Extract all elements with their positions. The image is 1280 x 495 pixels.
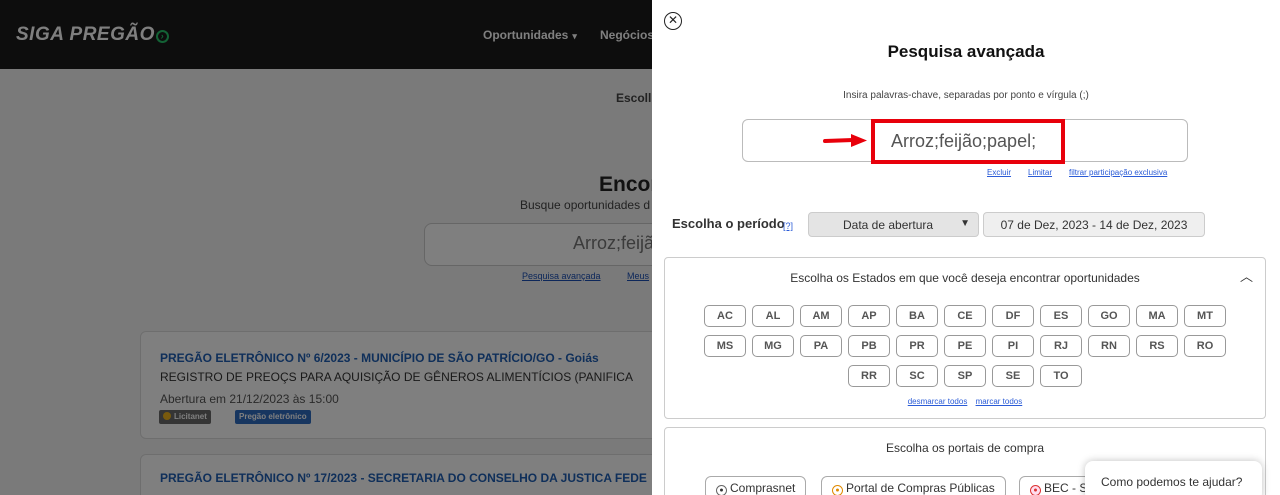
delete-keywords-link[interactable]: Excluir bbox=[987, 168, 1011, 177]
modal-title: Pesquisa avançada bbox=[887, 42, 1045, 61]
close-icon[interactable]: ✕ bbox=[664, 12, 682, 30]
states-panel: Escolha os Estados em que você deseja en… bbox=[664, 257, 1266, 419]
chevron-down-icon: ▼ bbox=[960, 218, 970, 229]
period-label: Escolha o período bbox=[672, 216, 785, 231]
state-button[interactable]: DF bbox=[992, 305, 1034, 327]
state-button[interactable]: RJ bbox=[1040, 335, 1082, 357]
filter-exclusive-link[interactable]: filtrar participação exclusiva bbox=[1069, 168, 1167, 177]
portals-title: Escolha os portais de compra bbox=[885, 441, 1045, 455]
compras-publicas-icon: ● bbox=[832, 485, 843, 495]
mark-all-link[interactable]: marcar todos bbox=[976, 397, 1023, 406]
period-type-select[interactable]: Data de abertura ▼ bbox=[808, 212, 979, 237]
keywords-hint: Insira palavras-chave, separadas por pon… bbox=[843, 90, 1089, 101]
state-button[interactable]: ES bbox=[1040, 305, 1082, 327]
limit-keywords-link[interactable]: Limitar bbox=[1028, 168, 1052, 177]
date-range-picker[interactable]: 07 de Dez, 2023 - 14 de Dez, 2023 bbox=[983, 212, 1205, 237]
state-button[interactable]: MA bbox=[1136, 305, 1178, 327]
state-button[interactable]: AL bbox=[752, 305, 794, 327]
state-button[interactable]: RN bbox=[1088, 335, 1130, 357]
portal-comprasnet[interactable]: ● Comprasnet bbox=[705, 476, 807, 495]
portal-compras-publicas[interactable]: ● Portal de Compras Públicas bbox=[821, 476, 1006, 495]
state-button[interactable]: PE bbox=[944, 335, 986, 357]
state-button[interactable]: SP bbox=[944, 365, 986, 387]
state-button[interactable]: TO bbox=[1040, 365, 1082, 387]
state-button[interactable]: SE bbox=[992, 365, 1034, 387]
bec-icon: ● bbox=[1030, 485, 1041, 495]
advanced-search-modal: ✕ Pesquisa avançada Insira palavras-chav… bbox=[652, 0, 1280, 495]
states-grid: AC AL AM AP BA CE DF ES GO MA MT MS MG PA PB PR PE PI RJ R… bbox=[665, 305, 1265, 395]
red-arrow-annotation bbox=[823, 134, 867, 147]
state-selection-links: desmarcar todos marcar todos bbox=[665, 397, 1265, 406]
state-button[interactable]: PR bbox=[896, 335, 938, 357]
state-button[interactable]: BA bbox=[896, 305, 938, 327]
unmark-all-link[interactable]: desmarcar todos bbox=[908, 397, 968, 406]
keywords-value[interactable]: Arroz;feijão;papel; bbox=[891, 131, 1036, 152]
states-title: Escolha os Estados em que você deseja en… bbox=[790, 271, 1140, 285]
comprasnet-icon: ● bbox=[716, 485, 727, 495]
state-button[interactable]: SC bbox=[896, 365, 938, 387]
chevron-up-icon[interactable]: ︿ bbox=[1240, 266, 1253, 285]
state-button[interactable]: RO bbox=[1184, 335, 1226, 357]
state-button[interactable]: AM bbox=[800, 305, 842, 327]
state-button[interactable]: AP bbox=[848, 305, 890, 327]
state-button[interactable]: PB bbox=[848, 335, 890, 357]
state-button[interactable]: AC bbox=[704, 305, 746, 327]
state-button[interactable]: RS bbox=[1136, 335, 1178, 357]
state-button[interactable]: PI bbox=[992, 335, 1034, 357]
state-button[interactable]: MT bbox=[1184, 305, 1226, 327]
state-button[interactable]: MS bbox=[704, 335, 746, 357]
chat-help-bubble[interactable]: Como podemos te ajudar? bbox=[1085, 461, 1262, 495]
state-button[interactable]: CE bbox=[944, 305, 986, 327]
period-help-link[interactable]: [?] bbox=[783, 221, 793, 231]
state-button[interactable]: GO bbox=[1088, 305, 1130, 327]
state-button[interactable]: PA bbox=[800, 335, 842, 357]
state-button[interactable]: RR bbox=[848, 365, 890, 387]
state-button[interactable]: MG bbox=[752, 335, 794, 357]
